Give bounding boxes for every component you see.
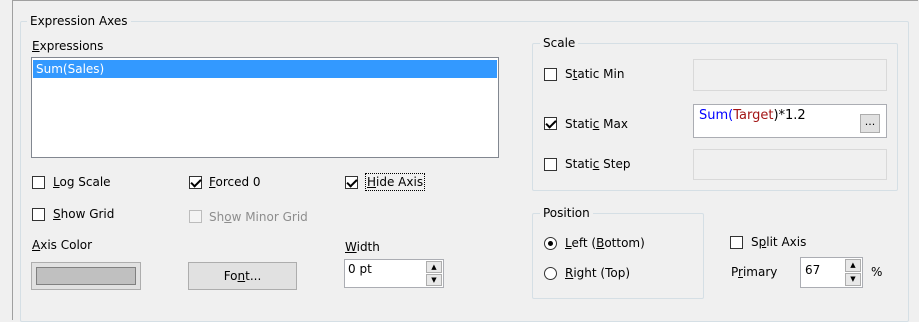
width-spin-up[interactable]: ▲ xyxy=(426,261,442,273)
forced-0-label: Forced 0 xyxy=(209,175,261,189)
percent-label: % xyxy=(871,265,883,279)
static-max-input[interactable]: Sum(Target)*1.2 xyxy=(693,104,887,138)
position-group xyxy=(532,213,704,299)
hide-axis-checkbox[interactable] xyxy=(345,176,358,189)
static-max-expression-func: Sum( xyxy=(699,108,734,123)
axis-color-label: Axis Color xyxy=(32,238,93,252)
static-min-input[interactable] xyxy=(693,59,887,91)
scale-title: Scale xyxy=(540,36,579,50)
primary-label: Primary xyxy=(731,265,778,279)
split-axis-label: Split Axis xyxy=(751,235,807,249)
forced-0-checkbox[interactable] xyxy=(189,176,202,189)
position-title: Position xyxy=(540,206,593,220)
static-step-input[interactable] xyxy=(693,149,887,180)
width-spin-down[interactable]: ▼ xyxy=(426,274,442,286)
position-right-radio[interactable] xyxy=(544,267,557,280)
width-label: Width xyxy=(345,240,380,254)
expression-list-item[interactable]: Sum(Sales) xyxy=(33,60,497,78)
static-min-label: Static Min xyxy=(565,67,625,81)
primary-spin-up[interactable]: ▲ xyxy=(845,259,861,272)
primary-value: 67 xyxy=(805,263,821,277)
static-max-label: Static Max xyxy=(565,117,628,131)
position-left-radio[interactable] xyxy=(544,237,557,250)
static-max-expression-field: Target xyxy=(733,108,774,123)
show-minor-grid-label: Show Minor Grid xyxy=(209,210,308,224)
width-value: 0 pt xyxy=(348,262,372,276)
axis-color-button[interactable] xyxy=(31,262,141,290)
static-max-expression-tail: )*1.2 xyxy=(773,108,806,123)
primary-spin-down[interactable]: ▼ xyxy=(845,273,861,286)
expressions-listbox[interactable]: Sum(Sales) xyxy=(31,57,499,158)
hide-axis-label: Hide Axis xyxy=(365,173,426,191)
log-scale-label: Log Scale xyxy=(53,175,111,189)
static-min-checkbox[interactable] xyxy=(544,68,557,81)
axis-color-swatch xyxy=(36,267,136,285)
split-axis-checkbox[interactable] xyxy=(730,236,743,249)
static-step-checkbox[interactable] xyxy=(544,158,557,171)
static-max-browse-button[interactable]: ... xyxy=(860,114,880,133)
show-grid-label: Show Grid xyxy=(53,207,115,221)
static-max-checkbox[interactable] xyxy=(544,117,557,130)
position-right-label: Right (Top) xyxy=(565,266,631,280)
expression-axes-title: Expression Axes xyxy=(27,14,131,28)
show-minor-grid-checkbox[interactable] xyxy=(189,210,202,223)
show-grid-checkbox[interactable] xyxy=(32,208,45,221)
position-left-label: Left (Bottom) xyxy=(565,236,645,250)
font-button[interactable]: Font... xyxy=(188,262,297,290)
log-scale-checkbox[interactable] xyxy=(32,176,45,189)
expressions-label: Expressions xyxy=(32,39,104,53)
static-step-label: Static Step xyxy=(565,157,631,171)
